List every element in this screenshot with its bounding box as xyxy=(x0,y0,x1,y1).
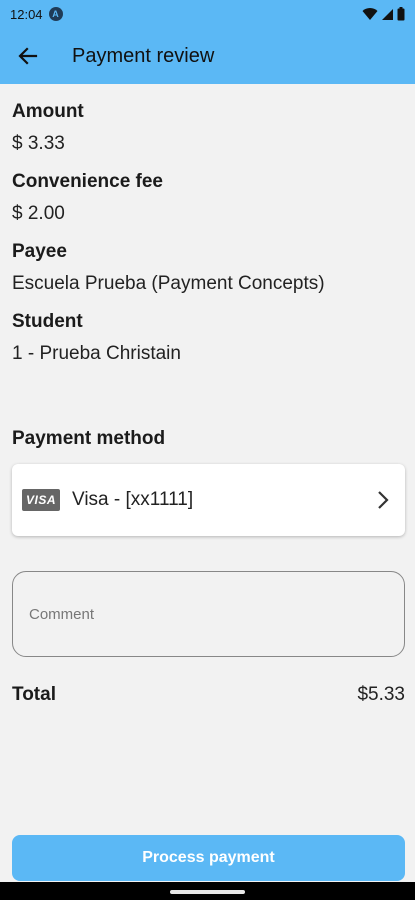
payment-method-label: Payment method xyxy=(12,428,166,449)
student-field: Student 1 - Prueba Christain xyxy=(12,310,405,366)
chevron-right-icon xyxy=(371,488,395,512)
visa-card-icon: VISA xyxy=(22,489,60,511)
back-button[interactable] xyxy=(0,28,56,84)
amount-label: Amount xyxy=(12,101,84,122)
status-left: 12:04 A xyxy=(10,7,63,22)
amount-value: $ 3.33 xyxy=(12,133,65,154)
notification-badge-icon: A xyxy=(48,7,63,21)
student-label: Student xyxy=(12,311,83,332)
total-row: Total $5.33 xyxy=(12,684,405,706)
signal-icon xyxy=(382,8,393,20)
payee-label: Payee xyxy=(12,241,67,262)
status-bar: 12:04 A xyxy=(0,0,415,28)
arrow-back-icon xyxy=(18,47,38,65)
top-bar: 12:04 A Payment review xyxy=(0,0,415,84)
status-time: 12:04 xyxy=(10,6,43,22)
wifi-icon xyxy=(362,7,378,20)
battery-icon xyxy=(397,7,405,21)
home-handle[interactable] xyxy=(170,890,245,894)
page-title: Payment review xyxy=(72,44,215,67)
payment-method-card[interactable]: VISA Visa - [xx1111] xyxy=(12,464,405,536)
payee-value: Escuela Prueba (Payment Concepts) xyxy=(12,273,325,294)
app-bar: Payment review xyxy=(0,28,415,84)
comment-field[interactable] xyxy=(12,571,405,657)
payment-method-text: Visa - [xx1111] xyxy=(72,489,194,510)
total-value: $5.33 xyxy=(357,684,405,705)
fee-value: $ 2.00 xyxy=(12,203,65,224)
status-icons xyxy=(362,7,405,21)
review-details: Amount $ 3.33 Convenience fee $ 2.00 Pay… xyxy=(12,84,405,366)
total-label: Total xyxy=(12,684,56,705)
fee-label: Convenience fee xyxy=(12,171,163,192)
amount-field: Amount $ 3.33 xyxy=(12,100,405,156)
process-payment-button[interactable]: Process payment xyxy=(12,835,405,881)
student-value: 1 - Prueba Christain xyxy=(12,343,181,364)
system-nav-bar xyxy=(0,882,415,900)
fee-field: Convenience fee $ 2.00 xyxy=(12,170,405,226)
comment-input[interactable] xyxy=(27,604,390,624)
payee-field: Payee Escuela Prueba (Payment Concepts) xyxy=(12,240,405,296)
